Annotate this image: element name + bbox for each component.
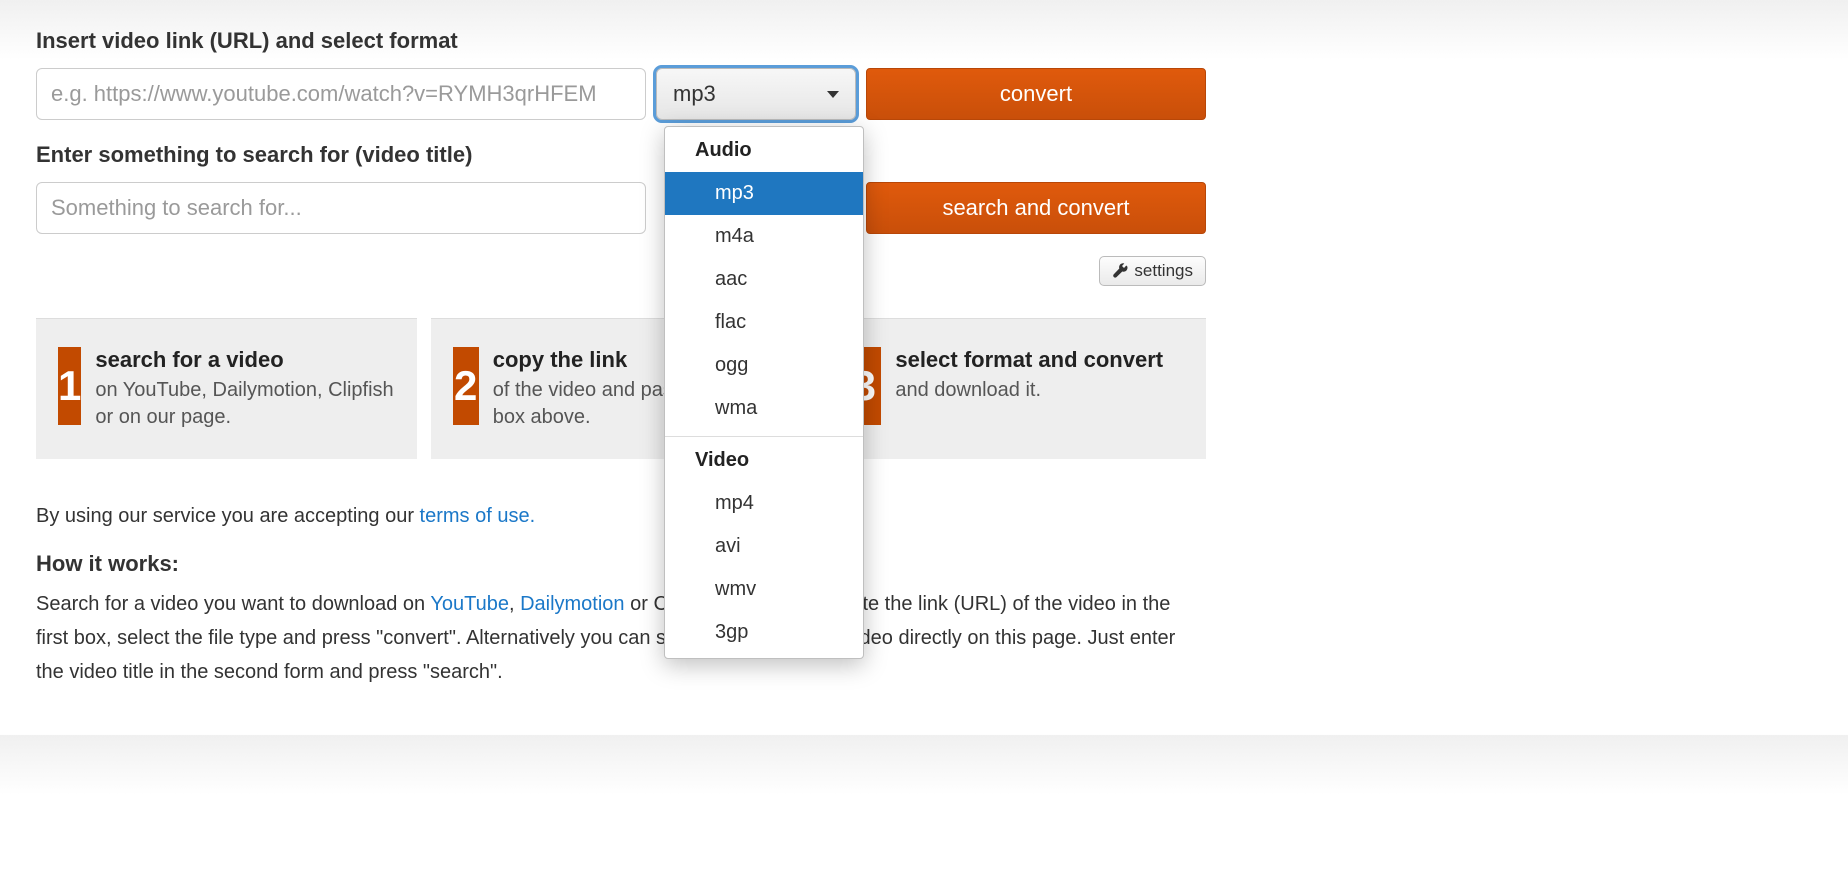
step-desc: and download it.	[895, 379, 1041, 401]
search-convert-button[interactable]: search and convert	[866, 182, 1206, 234]
wrench-icon	[1112, 263, 1128, 279]
chevron-down-icon	[827, 91, 839, 98]
dropdown-item-aac[interactable]: aac	[665, 258, 863, 301]
steps-row: 1 search for a video on YouTube, Dailymo…	[36, 318, 1206, 459]
dropdown-item-wma[interactable]: wma	[665, 387, 863, 430]
body-text: Search for a video you want to download …	[36, 593, 430, 615]
youtube-link[interactable]: YouTube	[430, 593, 509, 615]
step-card-1: 1 search for a video on YouTube, Dailymo…	[36, 318, 417, 459]
dropdown-item-3gp[interactable]: 3gp	[665, 611, 863, 654]
step-title: search for a video	[95, 347, 394, 373]
dropdown-item-ogg[interactable]: ogg	[665, 344, 863, 387]
format-select-value: mp3	[673, 81, 716, 107]
step-number: 2	[453, 347, 479, 425]
terms-paragraph: By using our service you are accepting o…	[36, 499, 1206, 533]
format-dropdown-panel: Audio mp3 m4a aac flac ogg wma Video mp4…	[664, 126, 864, 659]
dailymotion-link[interactable]: Dailymotion	[520, 593, 624, 615]
convert-button[interactable]: convert	[866, 68, 1206, 120]
terms-prefix: By using our service you are accepting o…	[36, 505, 420, 527]
step-card-3: 3 select format and convert and download…	[825, 318, 1206, 459]
search-input-label: Enter something to search for (video tit…	[36, 142, 1206, 168]
how-it-works-body: Search for a video you want to download …	[36, 587, 1206, 689]
url-input[interactable]	[36, 68, 646, 120]
settings-button[interactable]: settings	[1099, 256, 1206, 286]
format-select[interactable]: mp3	[656, 68, 856, 120]
dropdown-item-flac[interactable]: flac	[665, 301, 863, 344]
step-desc: on YouTube, Dailymotion, Clipfish or on …	[95, 379, 393, 428]
dropdown-item-wmv[interactable]: wmv	[665, 568, 863, 611]
step-title: select format and convert	[895, 347, 1163, 373]
dropdown-item-m4a[interactable]: m4a	[665, 215, 863, 258]
dropdown-item-mp3[interactable]: mp3	[665, 172, 863, 215]
search-input[interactable]	[36, 182, 646, 234]
url-form-row: mp3 convert	[36, 68, 1206, 120]
terms-link[interactable]: terms of use.	[420, 505, 536, 527]
dropdown-group-video: Video	[665, 437, 863, 482]
url-input-label: Insert video link (URL) and select forma…	[36, 28, 1206, 54]
dropdown-item-mp4[interactable]: mp4	[665, 482, 863, 525]
dropdown-item-avi[interactable]: avi	[665, 525, 863, 568]
how-it-works-heading: How it works:	[36, 551, 1206, 577]
step-number: 1	[58, 347, 81, 425]
dropdown-group-audio: Audio	[665, 127, 863, 172]
search-form-row: search and convert	[36, 182, 1206, 234]
settings-button-label: settings	[1134, 261, 1193, 281]
